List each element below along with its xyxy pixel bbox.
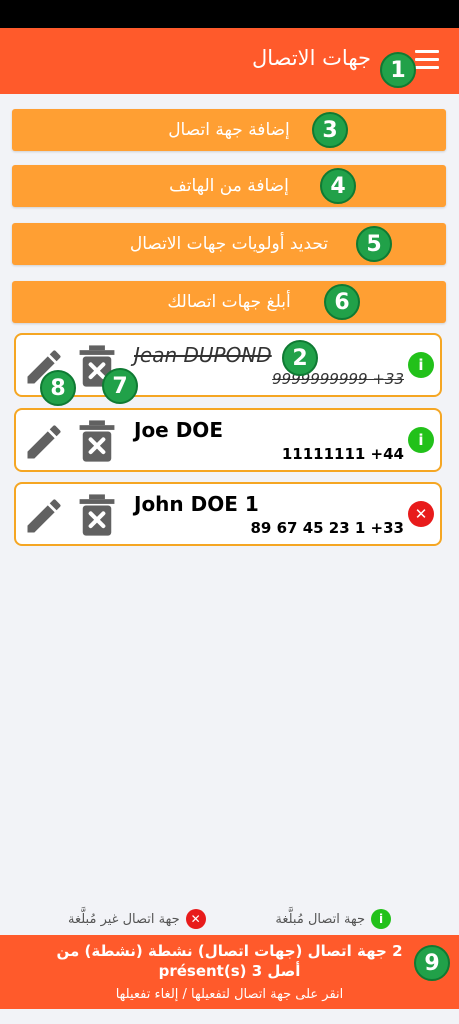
annotation-badge-6: 6 (324, 284, 360, 320)
close-icon: ✕ (185, 909, 206, 929)
annotation-badge-4: 4 (320, 168, 356, 204)
annotation-badge-9: 9 (414, 945, 450, 981)
footer-hint: انقر على جهة اتصال لتفعيلها / إلغاء تفعي… (115, 987, 344, 1002)
active-contacts-summary: 2 جهة اتصال (جهات اتصال) نشطة (نشطة) من … (56, 942, 403, 980)
contact-phone: 11111111 +44 (281, 445, 404, 463)
add-contact-button[interactable]: إضافة جهة اتصال (12, 109, 446, 151)
legend-notified-label: جهة اتصال مُبلَّغة (275, 911, 365, 927)
pencil-icon[interactable] (22, 420, 66, 464)
trash-icon[interactable] (78, 418, 116, 464)
annotation-badge-1: 1 (380, 52, 416, 88)
add-from-phone-label: إضافة من الهاتف (169, 176, 289, 196)
contact-name: Jean DUPOND (134, 343, 272, 367)
add-from-phone-button[interactable]: إضافة من الهاتف (12, 165, 446, 207)
info-icon: i (408, 427, 434, 453)
close-icon: ✕ (408, 501, 434, 527)
info-icon: i (371, 909, 391, 929)
footer-bar: 2 جهة اتصال (جهات اتصال) نشطة (نشطة) من … (0, 935, 459, 1009)
notify-contacts-button[interactable]: أبلغ جهات اتصالك (12, 281, 446, 323)
contact-name: John DOE 1 (134, 492, 259, 516)
legend-not-notified: جهة اتصال غير مُبلَّغة ✕ (68, 909, 206, 929)
set-priorities-label: تحديد أولويات جهات الاتصال (129, 234, 329, 254)
pencil-icon[interactable] (22, 494, 66, 538)
legend-not-notified-label: جهة اتصال غير مُبلَّغة (68, 911, 180, 927)
annotation-badge-3: 3 (312, 112, 348, 148)
contact-card[interactable]: Joe DOE 11111111 +44 i (14, 408, 442, 472)
add-contact-label: إضافة جهة اتصال (168, 120, 290, 140)
menu-icon[interactable] (415, 50, 439, 70)
contact-phone: 89 67 45 23 1 +33 (250, 519, 405, 537)
contact-name: Joe DOE (134, 418, 223, 442)
app-bar: جهات الاتصال 1 (0, 28, 459, 94)
status-bar (0, 0, 459, 28)
page-title: جهات الاتصال (251, 46, 371, 70)
annotation-badge-7: 7 (102, 368, 138, 404)
annotation-badge-2: 2 (282, 340, 318, 376)
navigation-bar (0, 1009, 459, 1024)
info-icon: i (408, 352, 434, 378)
contact-card[interactable]: John DOE 1 89 67 45 23 1 +33 ✕ (14, 482, 442, 546)
legend-notified: جهة اتصال مُبلَّغة i (275, 909, 391, 929)
trash-icon[interactable] (78, 492, 116, 538)
contact-card[interactable]: Jean DUPOND 9999999999 +33 i (14, 333, 442, 397)
annotation-badge-8: 8 (40, 370, 76, 406)
annotation-badge-5: 5 (356, 226, 392, 262)
notify-contacts-label: أبلغ جهات اتصالك (167, 292, 291, 312)
legend: جهة اتصال مُبلَّغة i جهة اتصال غير مُبلَ… (0, 905, 459, 935)
